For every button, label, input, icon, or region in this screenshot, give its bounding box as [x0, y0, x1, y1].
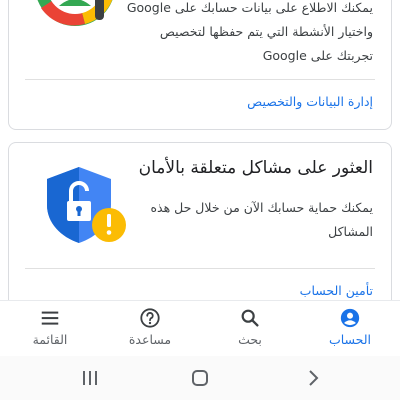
security-description: يمكنك حماية حسابك الآن من خلال حل هذه ال…: [150, 200, 373, 239]
privacy-card: يمكنك الاطلاع على بيانات حسابك على Googl…: [8, 0, 392, 130]
secure-account-link[interactable]: تأمين الحساب: [300, 283, 373, 298]
nav-help-label: مساعدة: [128, 332, 172, 347]
divider: [25, 79, 375, 80]
back-icon[interactable]: [302, 368, 322, 388]
account-circle-icon: [340, 308, 360, 328]
home-icon[interactable]: [190, 368, 210, 388]
menu-icon: [41, 311, 59, 325]
divider: [25, 268, 375, 269]
nav-menu-label: القائمة: [32, 332, 68, 347]
security-card: العثور على مشاكل متعلقة بالأمان يمكنك حم…: [8, 142, 392, 312]
recent-apps-icon[interactable]: [80, 368, 100, 388]
help-icon: [140, 308, 160, 328]
nav-search-label: بحث: [238, 332, 262, 347]
bottom-navigation: الحساب بحث مساعدة القائمة: [0, 300, 400, 357]
nav-search[interactable]: بحث: [210, 307, 290, 347]
privacy-description: يمكنك الاطلاع على بيانات حسابك على Googl…: [126, 0, 373, 63]
search-icon: [241, 309, 259, 327]
nav-account[interactable]: الحساب: [310, 307, 390, 347]
nav-help[interactable]: مساعدة: [110, 307, 190, 347]
shield-warning-icon: [47, 167, 126, 243]
nav-account-label: الحساب: [328, 332, 372, 347]
system-navigation-bar: [0, 356, 400, 400]
manage-data-link[interactable]: إدارة البيانات والتخصيص: [247, 94, 373, 109]
security-title: العثور على مشاكل متعلقة بالأمان: [138, 158, 373, 178]
nav-menu[interactable]: القائمة: [10, 307, 90, 347]
